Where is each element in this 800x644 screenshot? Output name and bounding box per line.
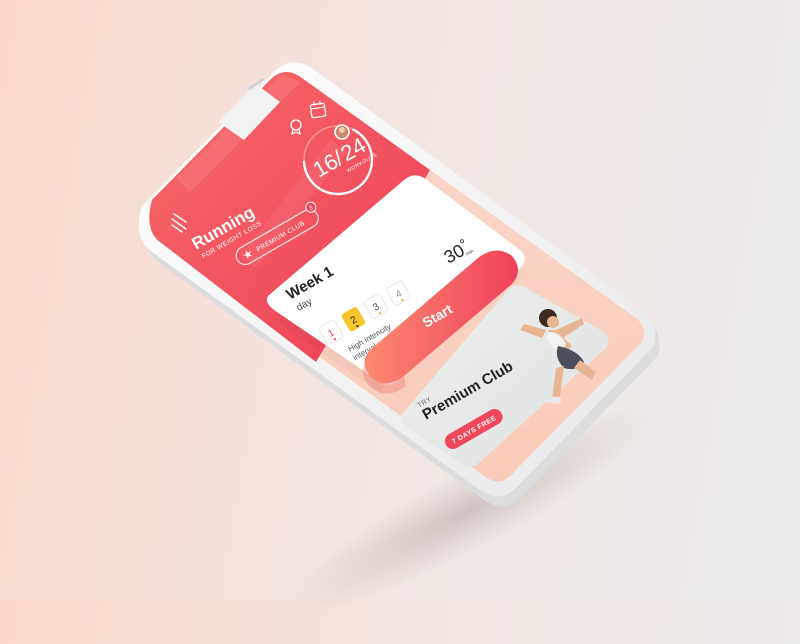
phone-mockup: 16 / 24 WORKOUTS Running FOR WEIGHT LOSS… xyxy=(138,62,660,507)
